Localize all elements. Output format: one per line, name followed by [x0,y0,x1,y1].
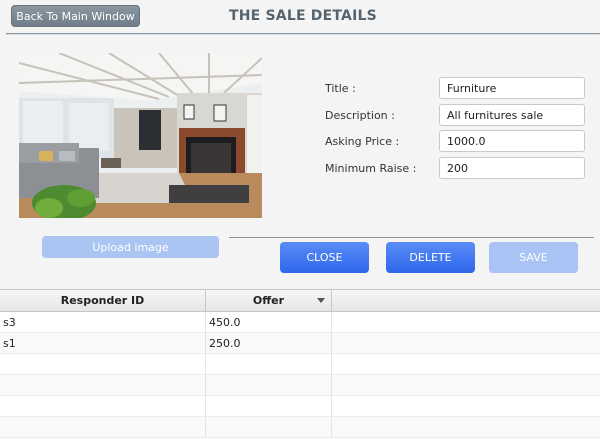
table-row-empty [0,417,600,438]
upload-image-button[interactable]: Upload image [42,236,219,258]
column-header-empty[interactable] [332,290,600,311]
empty-cell [0,417,206,437]
description-field[interactable]: All furnitures sale [439,104,585,126]
table-row-empty [0,396,600,417]
actions-divider [229,237,594,238]
table-row-empty [0,375,600,396]
save-button[interactable]: SAVE [489,242,578,273]
empty-cell [206,354,332,374]
title-label: Title : [325,82,356,95]
sort-descending-icon [317,298,325,303]
page-title: THE SALE DETAILS [229,8,377,24]
description-label: Description : [325,109,395,122]
table-row-empty [0,354,600,375]
responder-id-cell: s3 [0,312,206,332]
delete-button[interactable]: DELETE [386,242,475,273]
sale-photo [19,53,262,218]
empty-cell [206,396,332,416]
empty-cell [332,417,600,437]
asking-price-label: Asking Price : [325,135,400,148]
empty-cell [332,375,600,395]
asking-price-field[interactable]: 1000.0 [439,130,585,152]
offers-table: Responder ID Offer s3 450.0 s1 250.0 [0,289,600,438]
minimum-raise-label: Minimum Raise : [325,162,417,175]
empty-cell [0,375,206,395]
empty-cell [332,333,600,353]
empty-cell [332,396,600,416]
column-header-offer[interactable]: Offer [206,290,332,311]
header-divider [6,33,600,34]
empty-cell [206,375,332,395]
offer-cell: 250.0 [206,333,332,353]
empty-cell [0,354,206,374]
empty-cell [206,417,332,437]
table-row[interactable]: s3 450.0 [0,312,600,333]
close-button[interactable]: CLOSE [280,242,369,273]
back-to-main-button[interactable]: Back To Main Window [11,5,140,27]
empty-cell [0,396,206,416]
column-header-responder-id[interactable]: Responder ID [0,290,206,311]
title-field[interactable]: Furniture [439,77,585,99]
column-header-offer-label: Offer [252,294,285,307]
responder-id-cell: s1 [0,333,206,353]
table-row[interactable]: s1 250.0 [0,333,600,354]
minimum-raise-field[interactable]: 200 [439,157,585,179]
empty-cell [332,312,600,332]
table-header: Responder ID Offer [0,290,600,312]
offer-cell: 450.0 [206,312,332,332]
empty-cell [332,354,600,374]
